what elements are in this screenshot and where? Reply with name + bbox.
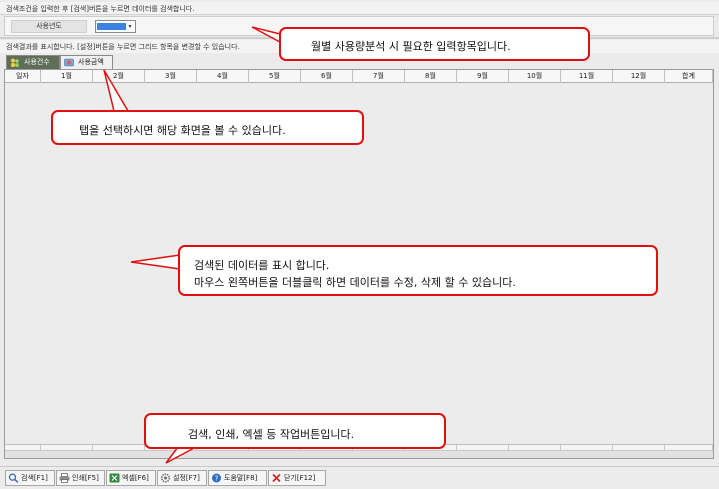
gear-icon [160,473,171,483]
help-icon: ? [211,473,222,483]
action-toolbar: 검색[F1] 인쇄[F5] 엑셀[F6] 설정[F7] ? 도움말[F8] 닫기… [0,466,719,489]
grid-column-header[interactable]: 10월 [509,70,561,83]
svg-text:?: ? [215,474,219,482]
year-dropdown[interactable]: ▾ [95,20,136,33]
year-label: 사용년도 [11,20,87,33]
grid-column-header[interactable]: 11월 [561,70,613,83]
chevron-down-icon[interactable]: ▾ [126,22,134,31]
search-hint-text: 검색조건을 입력한 후 [검색]버튼을 누르면 데이터를 검색합니다. [0,2,719,15]
tab-usage-count[interactable]: 사용건수 [6,55,60,69]
settings-button[interactable]: 설정[F7] [157,470,207,486]
toolbar-callout: 검색, 인쇄, 엑셀 등 작업버튼입니다. [144,413,446,449]
grid-column-header[interactable]: 12월 [613,70,665,83]
search-icon [8,473,19,483]
grid-column-header[interactable]: 7월 [353,70,405,83]
money-icon [64,58,74,67]
close-icon [271,473,282,483]
tab-label: 사용금액 [78,58,104,66]
search-button-label: 검색[F1] [21,474,48,482]
tab-usage-amount[interactable]: 사용금액 [60,55,113,69]
grid-column-header[interactable]: 1월 [41,70,93,83]
input-fields-callout-text: 월별 사용량분석 시 필요한 입력항목입니다. [311,40,511,53]
grid-column-header[interactable]: 5월 [249,70,301,83]
printer-icon [59,473,70,483]
close-button-label: 닫기[F12] [284,474,316,482]
grid-column-header[interactable]: 9월 [457,70,509,83]
year-selected-value [97,23,126,30]
grid-column-header[interactable]: 일자 [5,70,41,83]
excel-button[interactable]: 엑셀[F6] [106,470,156,486]
grid-column-header[interactable]: 8월 [405,70,457,83]
excel-button-label: 엑셀[F6] [122,474,149,482]
people-icon [10,58,20,67]
tab-callout-text: 탭을 선택하시면 해당 화면을 볼 수 있습니다. [79,124,286,137]
grid-column-header[interactable]: 3월 [145,70,197,83]
help-button-label: 도움말[F8] [224,474,258,482]
print-button-label: 인쇄[F5] [72,474,99,482]
close-button[interactable]: 닫기[F12] [268,470,326,486]
grid-column-header[interactable]: 4월 [197,70,249,83]
tab-label: 사용건수 [24,58,50,66]
grid-callout: 검색된 데이터를 표시 합니다. 마우스 왼쪽버튼을 더블클릭 하면 데이터를 … [178,245,658,296]
tab-callout: 탭을 선택하시면 해당 화면을 볼 수 있습니다. [51,110,364,145]
print-button[interactable]: 인쇄[F5] [56,470,105,486]
grid-column-header[interactable]: 6월 [301,70,353,83]
settings-button-label: 설정[F7] [173,474,200,482]
input-fields-callout: 월별 사용량분석 시 필요한 입력항목입니다. [279,27,590,61]
toolbar-callout-text: 검색, 인쇄, 엑셀 등 작업버튼입니다. [188,428,355,441]
search-button[interactable]: 검색[F1] [5,470,55,486]
excel-icon [109,473,120,483]
horizontal-scrollbar[interactable] [5,450,713,458]
help-button[interactable]: ? 도움말[F8] [208,470,267,486]
grid-column-header[interactable]: 2월 [93,70,145,83]
grid-column-header[interactable]: 합계 [665,70,713,83]
grid-callout-line1: 검색된 데이터를 표시 합니다. [194,259,330,272]
grid-header-row: 일자 1월 2월 3월 4월 5월 6월 7월 8월 9월 10월 11월 12월 합계 [5,70,713,83]
grid-callout-line2: 마우스 왼쪽버튼을 더블클릭 하면 데이터를 수정, 삭제 할 수 있습니다. [194,276,516,289]
